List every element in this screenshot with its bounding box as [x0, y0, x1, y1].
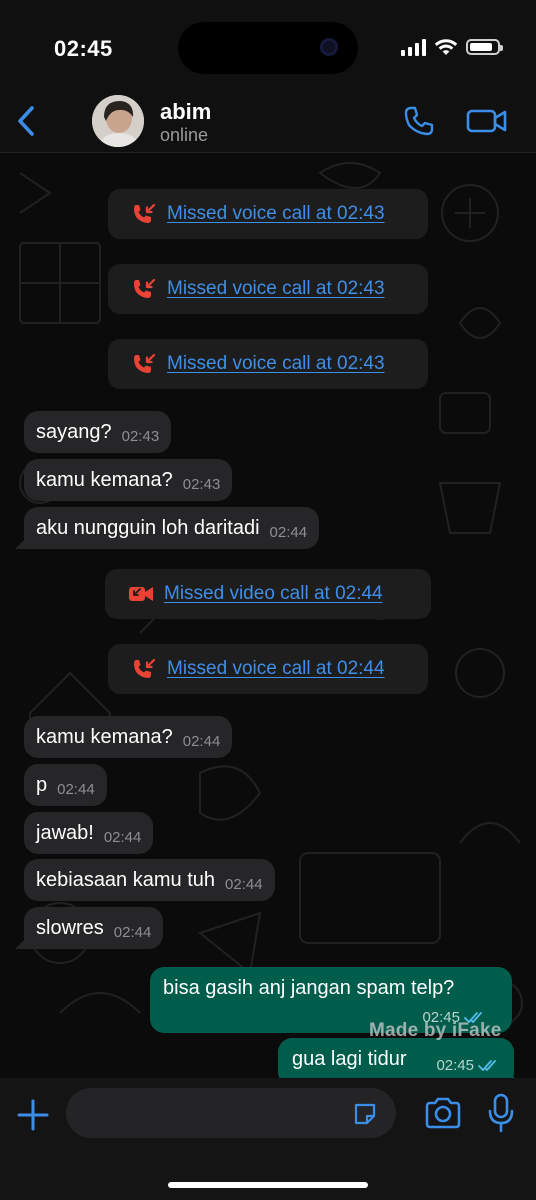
microphone-icon — [488, 1093, 514, 1133]
message-text: slowres — [36, 916, 104, 939]
sticker-icon — [354, 1103, 376, 1125]
incoming-message[interactable]: kebiasaan kamu tuh 02:44 — [24, 859, 275, 901]
incoming-message[interactable]: aku nungguin loh daritadi 02:44 — [24, 507, 320, 549]
status-bar: 02:45 — [0, 0, 536, 92]
incoming-message[interactable]: kamu kemana? 02:44 — [24, 716, 233, 758]
missed-voice-call-icon — [130, 277, 158, 301]
missed-voice-call-icon — [130, 202, 158, 226]
video-call-button[interactable] — [466, 104, 508, 138]
status-time: 02:45 — [54, 36, 113, 61]
phone-icon — [404, 106, 434, 136]
message-time: 02:44 — [113, 923, 152, 941]
camera-icon — [425, 1097, 461, 1129]
incoming-message[interactable]: p 02:44 — [24, 764, 107, 806]
back-button[interactable] — [12, 104, 40, 138]
voice-record-button[interactable] — [487, 1093, 515, 1133]
message-time: 02:43 — [121, 427, 160, 445]
plus-icon — [17, 1099, 49, 1131]
missed-call-text[interactable]: Missed voice call at 02:43 — [167, 353, 385, 375]
missed-call-notice[interactable]: Missed voice call at 02:43 — [108, 339, 428, 389]
watermark: Made by iFake — [369, 1020, 502, 1041]
missed-voice-call-icon — [130, 352, 158, 376]
message-time: 02:44 — [182, 732, 221, 750]
read-double-check-icon — [478, 1059, 496, 1071]
dynamic-island — [178, 22, 358, 74]
voice-call-button[interactable] — [402, 104, 436, 138]
missed-call-notice[interactable]: Missed voice call at 02:43 — [108, 264, 428, 314]
battery-icon — [466, 39, 503, 55]
incoming-message[interactable]: jawab! 02:44 — [24, 812, 154, 854]
message-text: kamu kemana? — [36, 468, 173, 491]
message-time: 02:43 — [182, 475, 221, 493]
missed-video-call-icon — [127, 582, 155, 606]
message-text: kebiasaan kamu tuh — [36, 868, 216, 891]
missed-voice-call-icon — [130, 657, 158, 681]
sticker-button[interactable] — [352, 1101, 378, 1127]
attach-button[interactable] — [16, 1098, 50, 1132]
message-time: 02:45 — [436, 1057, 474, 1074]
incoming-message[interactable]: sayang? 02:43 — [24, 411, 172, 453]
status-icons — [401, 38, 503, 56]
message-time: 02:44 — [269, 523, 308, 541]
message-text: sayang? — [36, 420, 112, 443]
missed-call-text[interactable]: Missed voice call at 02:44 — [167, 658, 385, 680]
cellular-signal-icon — [401, 38, 426, 56]
home-indicator[interactable] — [168, 1182, 368, 1188]
message-text: kamu kemana? — [36, 725, 173, 748]
video-camera-icon — [466, 109, 507, 133]
message-text: aku nungguin loh daritadi — [36, 516, 260, 539]
wifi-icon — [434, 39, 458, 55]
message-text: jawab! — [36, 821, 94, 844]
incoming-message[interactable]: kamu kemana? 02:43 — [24, 459, 233, 501]
incoming-message[interactable]: slowres 02:44 — [24, 907, 164, 949]
missed-call-text[interactable]: Missed voice call at 02:43 — [167, 278, 385, 300]
message-text: p — [36, 773, 48, 796]
missed-call-notice[interactable]: Missed voice call at 02:43 — [108, 189, 428, 239]
chat-area[interactable]: Missed voice call at 02:43 Missed voice … — [0, 153, 536, 1078]
camera-button[interactable] — [424, 1096, 462, 1130]
message-time: 02:44 — [225, 875, 263, 893]
contact-status: online — [160, 125, 209, 145]
outgoing-message[interactable]: gua lagi tidur 02:45 — [278, 1038, 514, 1078]
message-time: 02:44 — [103, 828, 142, 846]
avatar[interactable] — [92, 95, 144, 147]
missed-call-notice[interactable]: Missed video call at 02:44 — [105, 569, 431, 619]
missed-call-text[interactable]: Missed video call at 02:44 — [164, 583, 383, 605]
missed-call-notice[interactable]: Missed voice call at 02:44 — [108, 644, 428, 694]
message-text: bisa gasih anj jangan spam telp? — [163, 977, 455, 999]
back-chevron-icon — [18, 106, 34, 136]
message-time: 02:44 — [57, 780, 95, 798]
message-input[interactable] — [66, 1088, 396, 1138]
avatar-photo — [92, 95, 144, 147]
missed-call-text[interactable]: Missed voice call at 02:43 — [167, 203, 385, 225]
chat-header: abim online — [0, 92, 536, 153]
contact-name[interactable]: abim — [160, 99, 211, 125]
